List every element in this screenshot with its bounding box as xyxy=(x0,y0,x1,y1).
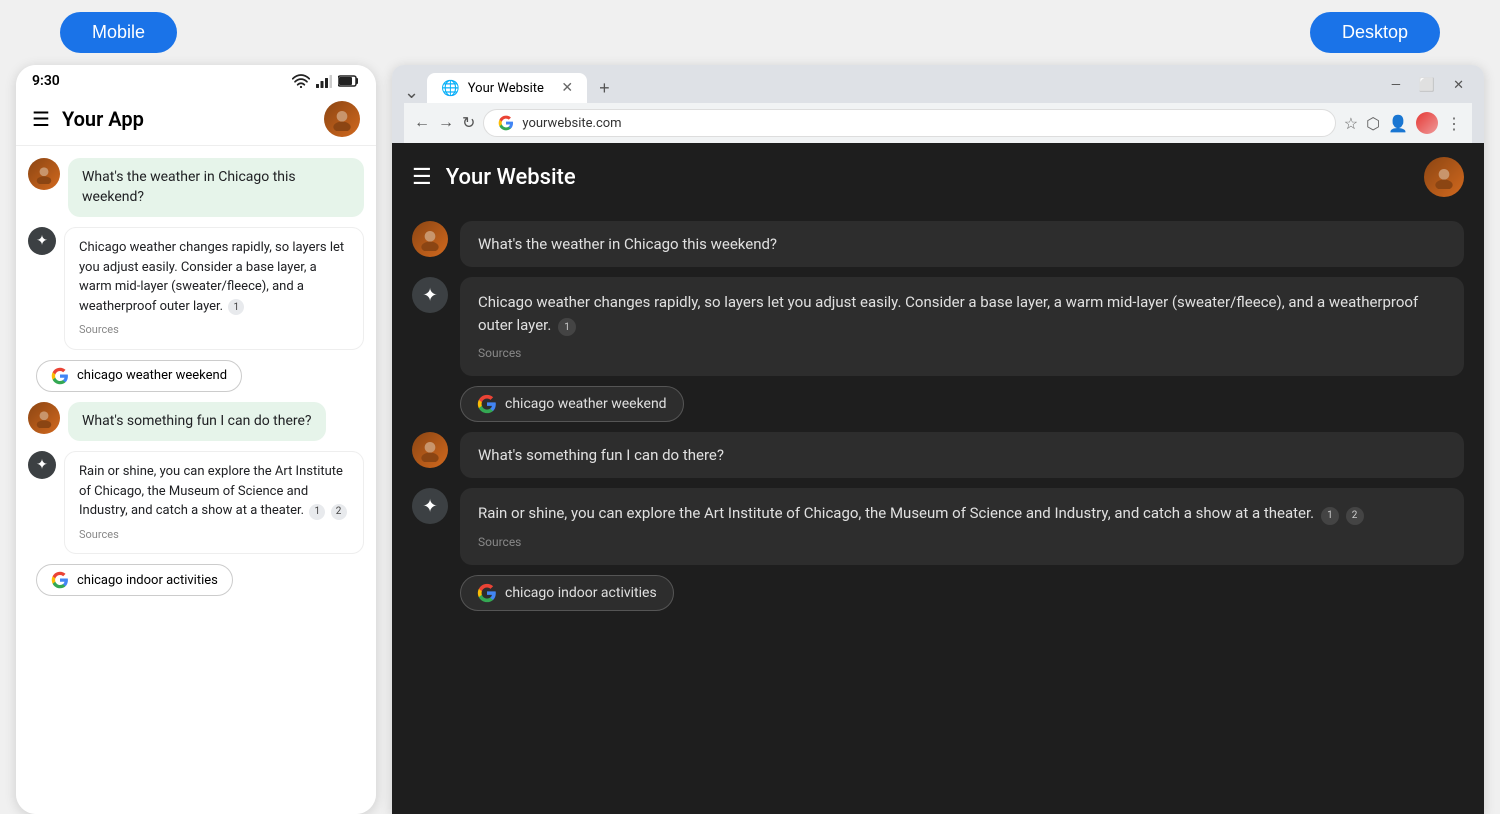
mobile-search-pill-1[interactable]: chicago weather weekend xyxy=(36,360,242,392)
desktop-google-icon-2 xyxy=(477,583,497,603)
refresh-button[interactable]: ↻ xyxy=(462,113,475,133)
tab-title: Your Website xyxy=(468,81,544,96)
screenshot-icon[interactable]: ⬡ xyxy=(1366,114,1380,133)
profile-icon[interactable]: 👤 xyxy=(1388,114,1408,133)
browser-tab-dropdown[interactable]: ⌄ xyxy=(404,82,419,103)
desktop-ai-icon-2: ✦ xyxy=(412,488,448,524)
minimize-button[interactable]: — xyxy=(1391,78,1401,93)
wifi-icon xyxy=(292,74,310,88)
mobile-search-pill-2[interactable]: chicago indoor activities xyxy=(36,564,233,596)
website-header: ☰ Your Website xyxy=(392,143,1484,211)
ai-icon-2: ✦ xyxy=(28,451,56,479)
footnote-2b: 2 xyxy=(331,504,347,520)
new-tab-button[interactable]: + xyxy=(591,74,618,103)
mobile-ai-bubble-1: Chicago weather changes rapidly, so laye… xyxy=(64,227,364,350)
desktop-search-pill-2[interactable]: chicago indoor activities xyxy=(460,575,674,611)
desktop-message-2: What's something fun I can do there? xyxy=(412,432,1464,478)
browser-chrome: ⌄ 🌐 Your Website ✕ + — ⬜ ✕ ← → xyxy=(392,65,1484,143)
google-g-icon-2 xyxy=(51,571,69,589)
mobile-icons xyxy=(292,74,360,88)
desktop-message-1: What's the weather in Chicago this weeke… xyxy=(412,221,1464,267)
mobile-search-query-1: chicago weather weekend xyxy=(77,368,227,383)
user-avatar-2 xyxy=(28,402,60,434)
mobile-status-bar: 9:30 xyxy=(16,65,376,93)
url-favicon xyxy=(498,115,514,131)
desktop-search-query-1: chicago weather weekend xyxy=(505,396,667,412)
bookmark-icon[interactable]: ☆ xyxy=(1344,114,1358,133)
desktop-user-bubble-1: What's the weather in Chicago this weeke… xyxy=(460,221,1464,267)
mobile-ai-bubble-2: Rain or shine, you can explore the Art I… xyxy=(64,451,364,554)
browser-profile-avatar[interactable] xyxy=(1416,112,1438,134)
desktop-search-query-2: chicago indoor activities xyxy=(505,585,657,601)
mobile-message-2: What's something fun I can do there? xyxy=(28,402,364,442)
mobile-time: 9:30 xyxy=(32,73,60,89)
desktop-footnote-2a: 1 xyxy=(1321,507,1339,525)
mobile-ai-message-1: ✦ Chicago weather changes rapidly, so la… xyxy=(28,227,364,350)
website-avatar[interactable] xyxy=(1424,157,1464,197)
desktop-search-pill-1[interactable]: chicago weather weekend xyxy=(460,386,684,422)
google-g-icon-1 xyxy=(51,367,69,385)
mobile-ai-message-2: ✦ Rain or shine, you can explore the Art… xyxy=(28,451,364,554)
mobile-avatar[interactable] xyxy=(324,101,360,137)
signal-icon xyxy=(316,74,332,88)
desktop-ai-icon-1: ✦ xyxy=(412,277,448,313)
desktop-user-avatar-2 xyxy=(412,432,448,468)
footnote-2a: 1 xyxy=(309,504,325,520)
mobile-user-bubble-2: What's something fun I can do there? xyxy=(68,402,326,442)
desktop-user-avatar-1 xyxy=(412,221,448,257)
desktop-sources-1: Sources xyxy=(478,344,1446,362)
back-button[interactable]: ← xyxy=(414,114,430,132)
sources-label-1: Sources xyxy=(79,322,349,339)
mobile-user-bubble-1: What's the weather in Chicago this weeke… xyxy=(68,158,364,217)
url-bar[interactable]: yourwebsite.com xyxy=(483,109,1335,137)
desktop-ai-bubble-2: Rain or shine, you can explore the Art I… xyxy=(460,488,1464,565)
website-chat-area: What's the weather in Chicago this weeke… xyxy=(392,211,1484,621)
hamburger-icon[interactable]: ☰ xyxy=(32,107,50,131)
desktop-ai-message-2: ✦ Rain or shine, you can explore the Art… xyxy=(412,488,1464,565)
battery-icon xyxy=(338,75,360,87)
browser-active-tab[interactable]: 🌐 Your Website ✕ xyxy=(427,73,587,103)
browser-nav-bar: ← → ↻ yourwebsite.com ☆ ⬡ 👤 ⋮ xyxy=(404,103,1472,143)
main-content: 9:30 ☰ Your App xyxy=(0,65,1500,814)
desktop-ai-message-1: ✦ Chicago weather changes rapidly, so la… xyxy=(412,277,1464,376)
desktop-footnote-2b: 2 xyxy=(1346,507,1364,525)
sources-label-2: Sources xyxy=(79,527,349,544)
desktop-ai-bubble-1: Chicago weather changes rapidly, so laye… xyxy=(460,277,1464,376)
mobile-search-query-2: chicago indoor activities xyxy=(77,573,218,588)
desktop-google-icon-1 xyxy=(477,394,497,414)
desktop-button[interactable]: Desktop xyxy=(1310,12,1440,53)
footnote-1: 1 xyxy=(228,299,244,315)
url-text: yourwebsite.com xyxy=(522,116,621,131)
mobile-app-title: Your App xyxy=(62,107,324,131)
website-title: Your Website xyxy=(446,165,576,190)
mobile-panel: 9:30 ☰ Your App xyxy=(16,65,376,814)
website-hamburger-icon[interactable]: ☰ xyxy=(412,165,432,190)
website-content: ☰ Your Website What's the weather in Chi xyxy=(392,143,1484,814)
close-browser-button[interactable]: ✕ xyxy=(1453,78,1464,93)
top-buttons-bar: Mobile Desktop xyxy=(0,0,1500,65)
tab-close-button[interactable]: ✕ xyxy=(561,80,573,96)
maximize-button[interactable]: ⬜ xyxy=(1419,78,1435,93)
mobile-header: ☰ Your App xyxy=(16,93,376,146)
mobile-chat-area: What's the weather in Chicago this weeke… xyxy=(16,146,376,814)
tab-favicon: 🌐 xyxy=(441,79,460,97)
forward-button[interactable]: → xyxy=(438,114,454,132)
desktop-panel: ⌄ 🌐 Your Website ✕ + — ⬜ ✕ ← → xyxy=(392,65,1484,814)
desktop-user-bubble-2: What's something fun I can do there? xyxy=(460,432,1464,478)
mobile-button[interactable]: Mobile xyxy=(60,12,177,53)
mobile-message-1: What's the weather in Chicago this weeke… xyxy=(28,158,364,217)
desktop-sources-2: Sources xyxy=(478,533,1446,551)
desktop-footnote-1: 1 xyxy=(558,318,576,336)
user-avatar-1 xyxy=(28,158,60,190)
more-menu-icon[interactable]: ⋮ xyxy=(1446,114,1462,133)
ai-icon-1: ✦ xyxy=(28,227,56,255)
